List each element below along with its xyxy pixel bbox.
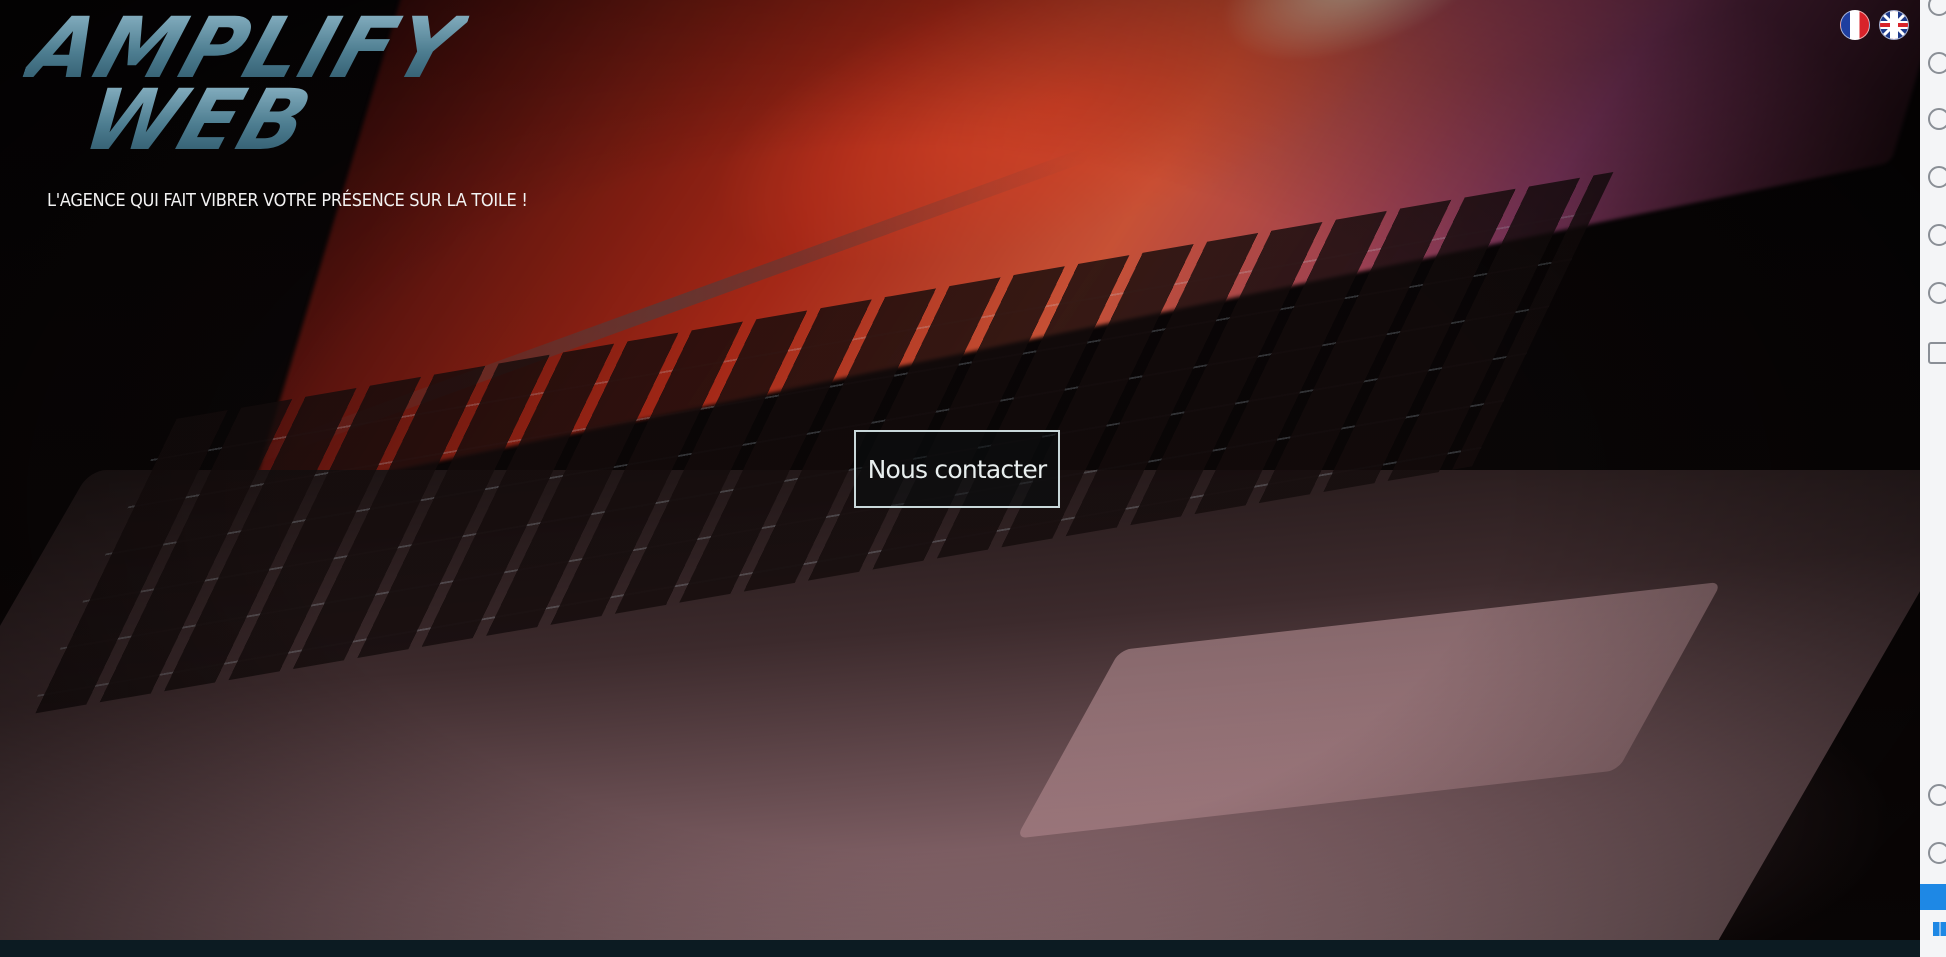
gear-icon[interactable] [1928,842,1946,864]
tagline: L'AGENCE QUI FAIT VIBRER VOTRE PRÉSENCE … [47,190,528,211]
contact-button[interactable]: Nous contacter [854,430,1060,508]
layout-icon[interactable] [1928,342,1946,364]
close-icon[interactable] [1920,884,1946,910]
france-flag-icon[interactable] [1840,10,1870,40]
site-logo[interactable]: AMPLIFY WEB [14,0,504,169]
bottom-bar [0,940,1920,957]
info-icon[interactable] [1928,108,1946,130]
javascript-icon[interactable] [1928,282,1946,304]
lightning-icon[interactable] [1928,224,1946,246]
uk-flag-icon[interactable] [1879,10,1909,40]
account-icon[interactable] [1928,784,1946,806]
settings-icon[interactable] [1928,0,1946,16]
git-icon[interactable] [1928,52,1946,74]
logo-line-web: WEB [72,71,324,169]
info-icon[interactable] [1928,166,1946,188]
windows-icon[interactable] [1933,922,1946,936]
browser-sidebar [1920,0,1946,957]
